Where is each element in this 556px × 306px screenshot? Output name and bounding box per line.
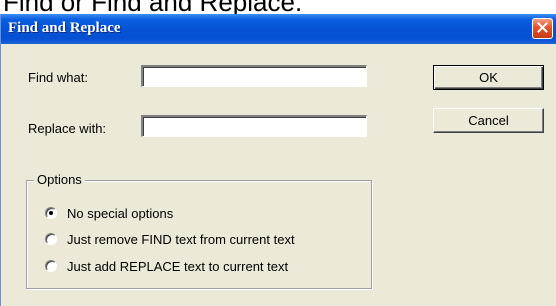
options-group-label: Options: [34, 172, 85, 187]
option-no-special-radio[interactable]: [45, 207, 57, 219]
option-remove-find-label: Just remove FIND text from current text: [67, 231, 295, 247]
options-groupbox: Options No special options Just remove F…: [26, 172, 372, 289]
option-remove-find[interactable]: Just remove FIND text from current text: [45, 231, 295, 247]
option-no-special-label: No special options: [67, 205, 174, 221]
replace-with-input[interactable]: [141, 115, 367, 137]
option-no-special[interactable]: No special options: [45, 205, 173, 221]
option-add-replace[interactable]: Just add REPLACE text to current text: [45, 258, 288, 274]
title-bar[interactable]: Find and Replace: [1, 14, 556, 44]
option-remove-find-radio[interactable]: [45, 233, 57, 245]
option-add-replace-radio[interactable]: [45, 260, 57, 272]
close-button[interactable]: [532, 18, 553, 39]
ok-button[interactable]: OK: [433, 65, 544, 90]
cancel-button[interactable]: Cancel: [433, 108, 544, 133]
replace-with-label: Replace with:: [28, 121, 107, 136]
find-replace-dialog: Find and Replace Find what: Replace with…: [0, 14, 556, 306]
close-icon: [537, 20, 548, 38]
cancel-button-label: Cancel: [468, 113, 509, 128]
option-add-replace-label: Just add REPLACE text to current text: [67, 258, 289, 274]
window-title: Find and Replace: [8, 20, 121, 36]
find-what-label: Find what:: [28, 70, 88, 85]
find-what-input[interactable]: [141, 65, 367, 87]
ok-button-label: OK: [479, 70, 498, 85]
